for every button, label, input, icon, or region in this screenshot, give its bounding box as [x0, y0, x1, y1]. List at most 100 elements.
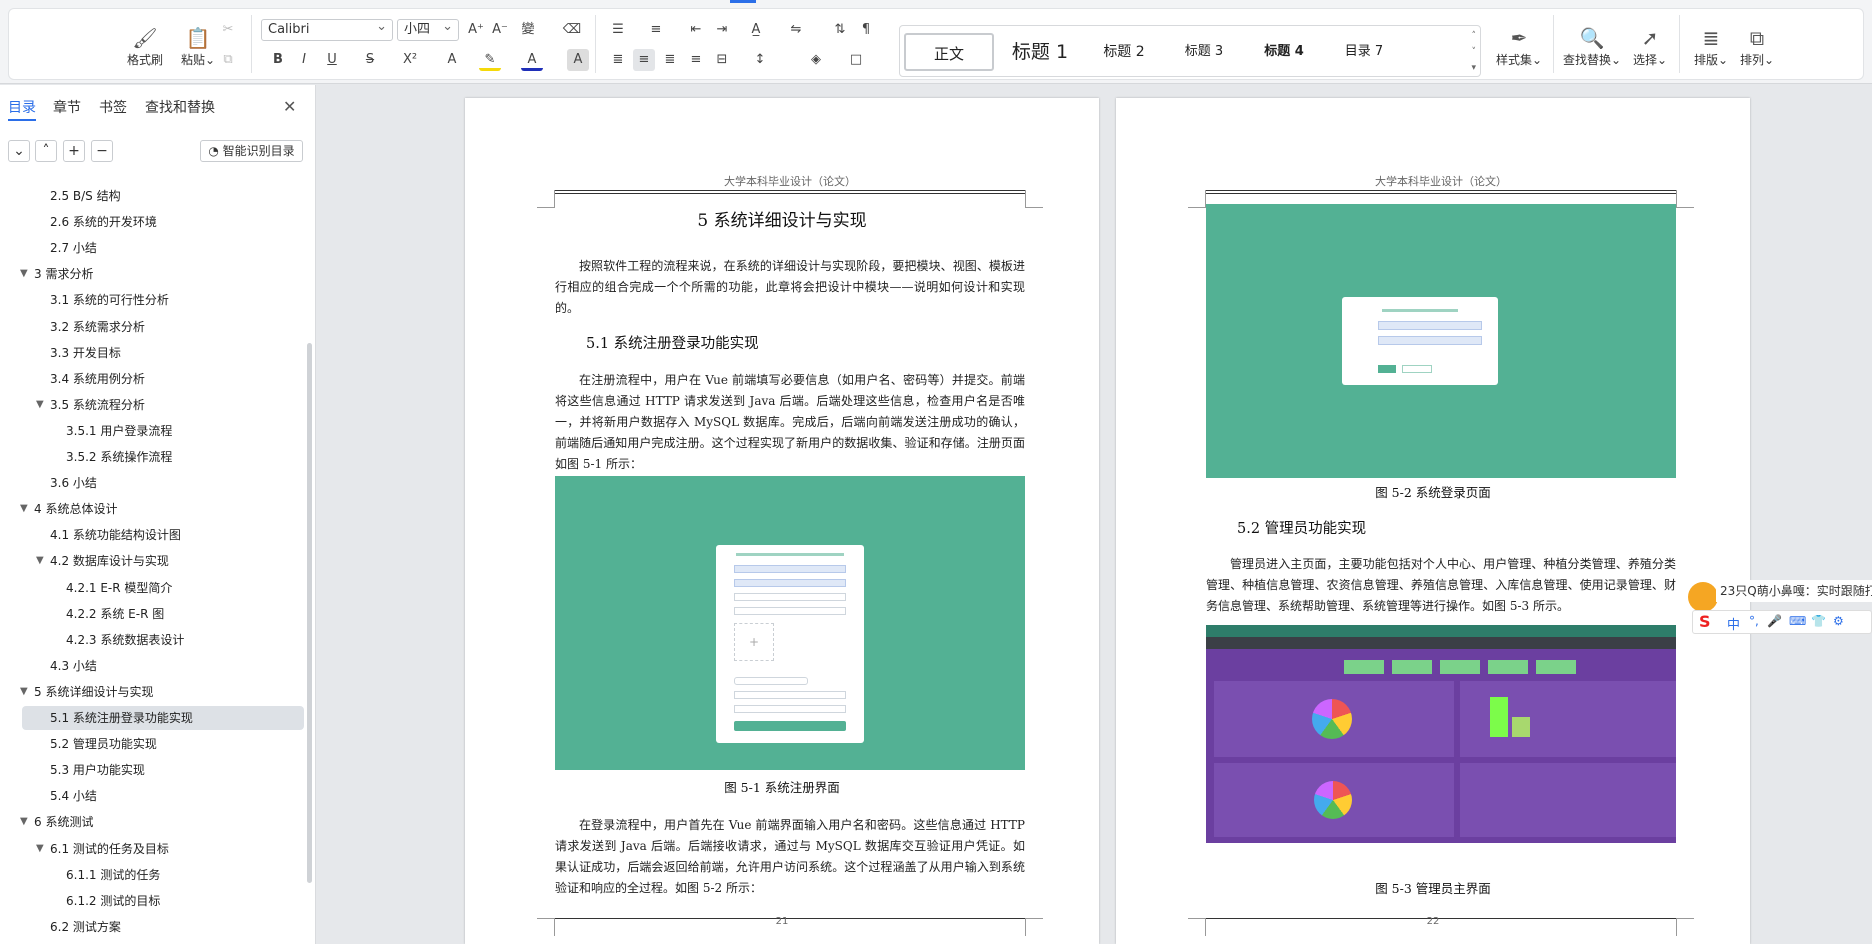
toolbox-icon[interactable]: ⚙ — [1833, 614, 1844, 628]
toc-item[interactable]: ▼ 4 系统总体设计 — [20, 497, 304, 521]
toc-item[interactable]: 5.3 用户功能实现 — [22, 758, 304, 782]
justify-icon[interactable]: ≡ — [685, 49, 707, 71]
toc-item[interactable]: 2.5 B/S 结构 — [22, 184, 304, 208]
expand-toggle-icon[interactable]: ▼ — [36, 837, 44, 861]
clear-format-icon[interactable]: ⌫ — [561, 19, 583, 41]
toc-item[interactable]: 3.1 系统的可行性分析 — [22, 288, 304, 312]
login-screenshot[interactable] — [1206, 204, 1676, 478]
toc-item[interactable]: 3.2 系统需求分析 — [22, 315, 304, 339]
register-paragraph[interactable]: 在注册流程中，用户在 Vue 前端填写必要信息（如用户名、密码等）并提交。前端将… — [555, 370, 1025, 475]
toc-item[interactable]: 5.4 小结 — [22, 784, 304, 808]
toc-item[interactable]: ▼ 3.5 系统流程分析 — [22, 393, 304, 417]
gallery-scroll-icon[interactable]: ˄ ˅ ▾ — [1471, 28, 1476, 76]
remove-heading-icon[interactable]: − — [91, 140, 113, 162]
toc-item[interactable]: 6.1.2 测试的目标 — [22, 889, 304, 913]
copy-icon[interactable]: ⧉ — [217, 49, 239, 71]
tab-find-replace[interactable]: 查找和替换 — [145, 97, 215, 117]
chinese-layout-icon[interactable]: A̲ — [745, 19, 767, 41]
font-color-icon[interactable]: A — [521, 49, 543, 71]
bold-icon[interactable]: B — [267, 49, 289, 71]
text-effect-icon[interactable]: A — [441, 49, 463, 71]
char-shading-icon[interactable]: A — [567, 49, 589, 71]
expand-toggle-icon[interactable]: ▼ — [20, 497, 28, 521]
select-button[interactable]: ➚ 选择⌄ — [1627, 25, 1673, 68]
distributed-icon[interactable]: ⊟ — [711, 49, 733, 71]
underline-icon[interactable]: U — [321, 49, 343, 71]
toc-item[interactable]: ▼ 4.2 数据库设计与实现 — [22, 549, 304, 573]
expand-toggle-icon[interactable]: ▼ — [36, 549, 44, 573]
microphone-icon[interactable]: 🎤 — [1767, 614, 1782, 628]
align-right-icon[interactable]: ≣ — [659, 49, 681, 71]
toc-item[interactable]: ▼ 6 系统测试 — [20, 810, 304, 834]
highlight-icon[interactable]: ✎ — [479, 49, 501, 71]
toc-item[interactable]: 2.7 小结 — [22, 236, 304, 260]
skin-icon[interactable]: 👕 — [1811, 614, 1826, 628]
cut-icon[interactable]: ✂ — [217, 19, 239, 41]
shrink-font-icon[interactable]: A⁻ — [489, 19, 511, 41]
toc-item[interactable]: 3.5.2 系统操作流程 — [22, 445, 304, 469]
toc-item[interactable]: 2.6 系统的开发环境 — [22, 210, 304, 234]
arrange-button[interactable]: ⧉ 排列⌄ — [1735, 25, 1779, 68]
toc-item[interactable]: 3.3 开发目标 — [22, 341, 304, 365]
toc-item[interactable]: 6.2 测试方案 — [22, 915, 304, 939]
expand-toggle-icon[interactable]: ▼ — [20, 680, 28, 704]
toc-item[interactable]: 5.2 管理员功能实现 — [22, 732, 304, 756]
align-center-icon[interactable]: ≡ — [633, 49, 655, 71]
toc-item[interactable]: 4.3 小结 — [22, 654, 304, 678]
superscript-icon[interactable]: X² — [399, 49, 421, 71]
toc-item[interactable]: 3.6 小结 — [22, 471, 304, 495]
toc-item[interactable]: 3.5.1 用户登录流程 — [22, 419, 304, 443]
style-normal[interactable]: 正文 — [904, 33, 994, 71]
ime-mode[interactable]: 中 — [1727, 614, 1740, 633]
toc-item[interactable]: 5.1 系统注册登录功能实现 — [22, 706, 304, 730]
typesetting-button[interactable]: ≣ 排版⌄ — [1689, 25, 1733, 68]
sun-mascot-icon[interactable] — [1688, 582, 1718, 612]
show-marks-icon[interactable]: ¶ — [855, 19, 877, 41]
toc-item[interactable]: ▼ 6.1 测试的任务及目标 — [22, 837, 304, 861]
phonetic-guide-icon[interactable]: 變 — [517, 19, 539, 41]
toc-item[interactable]: 4.2.3 系统数据表设计 — [22, 628, 304, 652]
expand-icon[interactable]: ˄ — [35, 140, 57, 162]
smart-toc-button[interactable]: ◔ 智能识别目录 — [200, 140, 303, 162]
toc-item[interactable]: 4.2.2 系统 E-R 图 — [22, 602, 304, 626]
numbered-list-icon[interactable]: ≡ — [645, 19, 667, 41]
italic-icon[interactable]: I — [293, 49, 315, 71]
sort-icon[interactable]: ⇅ — [829, 19, 851, 41]
expand-toggle-icon[interactable]: ▼ — [20, 810, 28, 834]
style-heading-4[interactable]: 标题 4 — [1246, 33, 1322, 71]
increase-indent-icon[interactable]: ⇥ — [711, 19, 733, 41]
tab-chapters[interactable]: 章节 — [53, 97, 81, 117]
line-spacing-icon[interactable]: ↕ — [749, 49, 771, 71]
style-heading-2[interactable]: 标题 2 — [1086, 33, 1162, 71]
font-size-select[interactable]: 小四 — [397, 17, 459, 41]
expand-toggle-icon[interactable]: ▼ — [20, 262, 28, 286]
tab-bookmarks[interactable]: 书签 — [99, 97, 127, 117]
collapse-icon[interactable]: ⌄ — [8, 140, 30, 162]
bullet-list-icon[interactable]: ☰ — [607, 19, 629, 41]
find-replace-button[interactable]: 🔍 查找替换⌄ — [1559, 25, 1625, 68]
admin-dashboard-screenshot[interactable] — [1206, 625, 1676, 843]
border-icon[interactable]: □ — [845, 49, 867, 71]
punctuation-icon[interactable]: °, — [1749, 614, 1759, 628]
style-toc-7[interactable]: 目录 7 — [1326, 33, 1402, 71]
intro-paragraph[interactable]: 按照软件工程的流程来说，在系统的详细设计与实现阶段，要把模块、视图、模板进行相应… — [555, 256, 1025, 319]
toc-item[interactable]: 6.1.1 测试的任务 — [22, 863, 304, 887]
align-left-icon[interactable]: ≣ — [607, 49, 629, 71]
decrease-indent-icon[interactable]: ⇤ — [685, 19, 707, 41]
admin-paragraph[interactable]: 管理员进入主页面，主要功能包括对个人中心、用户管理、种植分类管理、养殖分类管理、… — [1206, 554, 1676, 617]
strikethrough-icon[interactable]: S — [359, 49, 381, 71]
keyboard-icon[interactable]: ⌨ — [1789, 614, 1806, 628]
format-painter-button[interactable]: 🖌 格式刷 — [122, 25, 168, 68]
style-heading-1[interactable]: 标题 1 — [1000, 33, 1080, 71]
login-paragraph[interactable]: 在登录流程中，用户首先在 Vue 前端界面输入用户名和密码。这些信息通过 HTT… — [555, 815, 1025, 899]
font-name-select[interactable]: Calibri — [261, 17, 393, 41]
ime-notice[interactable]: 23只Q萌小鼻嘎：实时跟随打 — [1716, 580, 1872, 602]
register-screenshot[interactable]: + — [555, 476, 1025, 770]
text-direction-icon[interactable]: ⇋ — [785, 19, 807, 41]
close-icon[interactable]: ✕ — [283, 97, 296, 116]
toc-item[interactable]: 4.1 系统功能结构设计图 — [22, 523, 304, 547]
tab-toc[interactable]: 目录 — [8, 97, 36, 121]
style-set-button[interactable]: ✒ 样式集⌄ — [1489, 25, 1549, 68]
grow-font-icon[interactable]: A⁺ — [465, 19, 487, 41]
toc-item[interactable]: ▼ 5 系统详细设计与实现 — [20, 680, 304, 704]
